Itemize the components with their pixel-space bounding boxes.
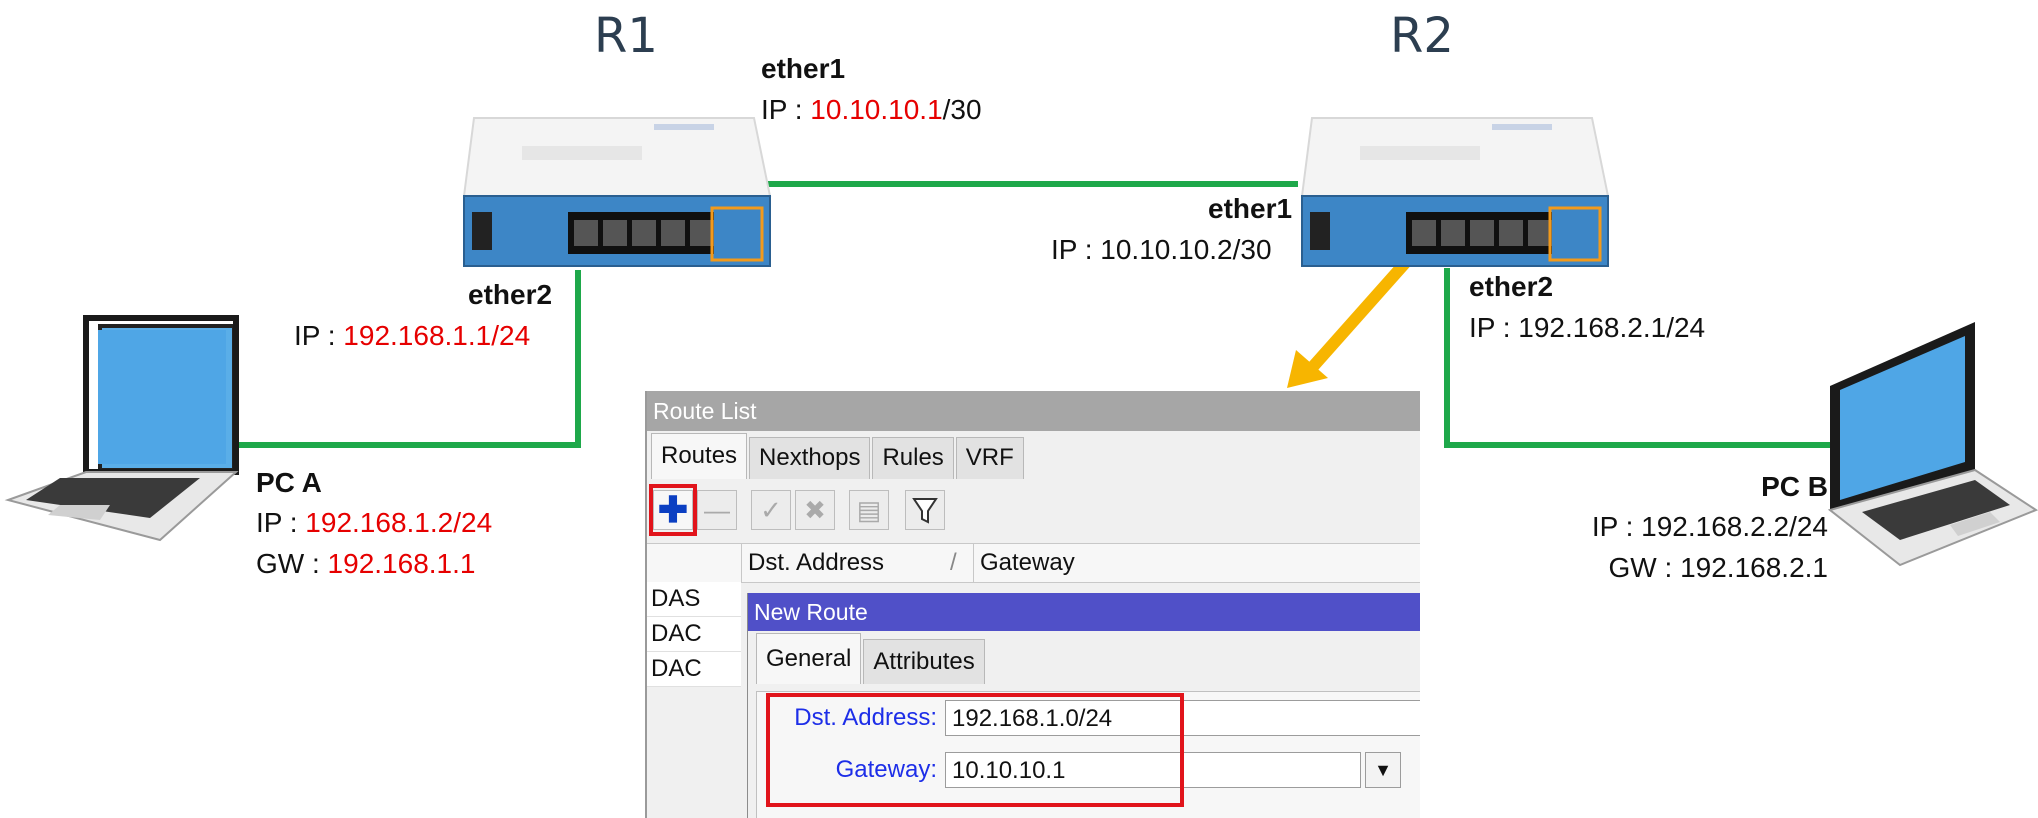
r2-ether2-iface: ether2 bbox=[1469, 271, 1554, 302]
comment-button[interactable]: ▤ bbox=[849, 490, 889, 530]
disable-button[interactable]: ✖ bbox=[795, 490, 835, 530]
router-r1-label: R1 bbox=[594, 8, 658, 64]
new-route-title[interactable]: New Route bbox=[748, 593, 1420, 631]
tab-attributes[interactable]: Attributes bbox=[863, 639, 985, 684]
pc-b-name: PC B bbox=[1761, 471, 1828, 502]
comment-icon: ▤ bbox=[856, 495, 882, 525]
config-arrow bbox=[1287, 258, 1411, 388]
tab-general[interactable]: General bbox=[756, 633, 862, 684]
route-list-title[interactable]: Route List bbox=[647, 391, 1420, 431]
router-r2-label: R2 bbox=[1390, 8, 1454, 64]
cross-icon: ✖ bbox=[804, 495, 826, 525]
new-route-dialog: New Route General Attributes Dst. Addres… bbox=[747, 593, 1420, 818]
col-dst-address[interactable]: Dst. Address / bbox=[741, 544, 968, 582]
add-button-highlight bbox=[649, 484, 697, 536]
sort-indicator: / bbox=[950, 549, 957, 576]
col-gateway[interactable]: Gateway bbox=[973, 544, 1420, 582]
new-route-tabs: General Attributes bbox=[756, 633, 987, 684]
router-r1-device bbox=[462, 117, 772, 267]
pc-b-gw: GW : 192.168.2.1 bbox=[1608, 552, 1828, 583]
r1-ether1-ip: IP : 10.10.10.1/30 bbox=[761, 94, 982, 125]
chevron-down-icon: ▼ bbox=[1374, 760, 1392, 780]
enable-button[interactable]: ✓ bbox=[751, 490, 791, 530]
table-row[interactable]: DAC bbox=[647, 617, 741, 652]
remove-button[interactable]: — bbox=[697, 490, 737, 530]
gateway-dropdown-button[interactable]: ▼ bbox=[1365, 752, 1401, 788]
tab-routes[interactable]: Routes bbox=[651, 433, 748, 479]
laptop-pc-b-icon bbox=[1827, 322, 2038, 567]
check-icon: ✓ bbox=[760, 495, 782, 525]
route-list-window: Route List Routes Nexthops Rules VRF ✚ —… bbox=[645, 391, 1420, 818]
table-row[interactable]: DAS bbox=[647, 582, 741, 617]
r2-ether2-ip: IP : 192.168.2.1/24 bbox=[1469, 312, 1706, 343]
pc-b-ip: IP : 192.168.2.2/24 bbox=[1591, 511, 1828, 542]
filter-button[interactable] bbox=[905, 490, 945, 530]
r1-ether2-ip: IP : 192.168.1.1/24 bbox=[294, 320, 531, 351]
pc-a-ip: IP : 192.168.1.2/24 bbox=[256, 507, 493, 538]
r1-ether1-iface: ether1 bbox=[761, 53, 846, 84]
laptop-pc-a-icon bbox=[4, 315, 239, 542]
route-list-tabs: Routes Nexthops Rules VRF bbox=[651, 433, 1026, 479]
pc-a-name: PC A bbox=[256, 467, 322, 498]
fields-highlight bbox=[766, 693, 1184, 807]
route-list-header: Dst. Address / Gateway bbox=[647, 543, 1420, 583]
router-r2-device bbox=[1300, 117, 1610, 267]
filter-icon bbox=[912, 498, 938, 524]
minus-icon: — bbox=[704, 495, 730, 525]
r2-ether1-ip: IP : 10.10.10.2/30 bbox=[1051, 234, 1272, 265]
r1-ether2-iface: ether2 bbox=[468, 279, 553, 310]
pc-a-gw: GW : 192.168.1.1 bbox=[256, 548, 476, 579]
r2-ether1-iface: ether1 bbox=[1208, 193, 1293, 224]
tab-vrf[interactable]: VRF bbox=[955, 437, 1024, 479]
tab-rules[interactable]: Rules bbox=[872, 437, 954, 479]
table-row[interactable]: DAC bbox=[647, 652, 741, 687]
tab-nexthops[interactable]: Nexthops bbox=[749, 437, 871, 479]
